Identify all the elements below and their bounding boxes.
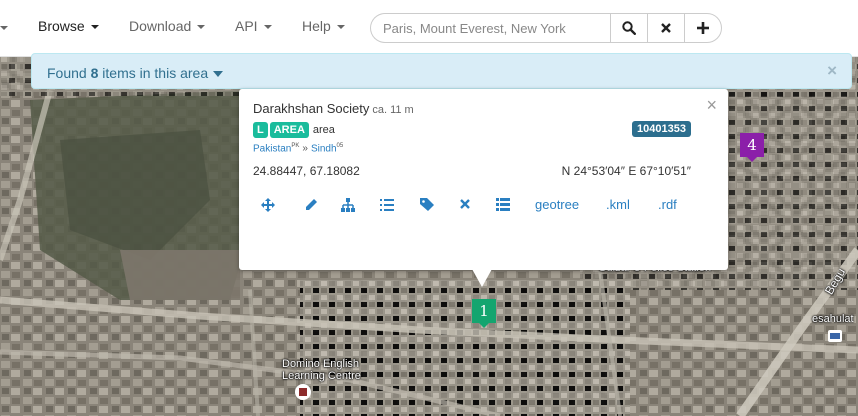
edit-button[interactable] <box>304 198 318 212</box>
nav-help-label: Help <box>302 18 331 34</box>
popup-close-button[interactable]: × <box>706 95 717 116</box>
search-icon <box>622 21 637 36</box>
table-button[interactable] <box>496 198 510 211</box>
map-label-esahulat: esahulat <box>812 313 854 325</box>
place-title-row: Darakhshan Society ca. 11 m <box>253 101 414 116</box>
nav-download-label: Download <box>129 18 192 34</box>
badge-area: AREA <box>269 122 309 138</box>
search-input[interactable] <box>370 13 634 43</box>
list-button[interactable] <box>380 198 394 212</box>
badge-l: L <box>253 122 268 138</box>
top-navbar: Browse Download API Help <box>0 0 858 57</box>
popup-pointer <box>472 269 492 287</box>
chevron-down-icon <box>90 25 99 30</box>
alert-close-button[interactable]: × <box>827 61 837 81</box>
tags-icon <box>420 198 434 211</box>
breadcrumb-separator: » <box>302 143 308 155</box>
search-button[interactable] <box>610 13 648 43</box>
chevron-down-icon <box>336 25 345 30</box>
map-label-domino: Domino English Learning Centre <box>282 358 361 382</box>
rdf-link[interactable]: .rdf <box>658 197 677 212</box>
sitemap-icon <box>341 198 355 212</box>
clear-search-button[interactable] <box>647 13 685 43</box>
found-items-toggle[interactable]: Found 8 items in this area <box>47 65 224 81</box>
chevron-down-icon <box>263 25 272 30</box>
found-suffix: items in this area <box>102 65 209 81</box>
nav-api-label: API <box>235 18 258 34</box>
country-code: PK <box>291 143 300 149</box>
kml-link[interactable]: .kml <box>606 197 630 212</box>
close-icon <box>661 23 671 33</box>
place-size: ca. 11 m <box>372 104 414 116</box>
chevron-down-icon <box>197 25 206 30</box>
place-popup: × Darakhshan Society ca. 11 m L AREA area 1… <box>239 89 728 270</box>
search-bar <box>370 13 722 43</box>
add-button[interactable] <box>684 13 722 43</box>
ordered-list-icon <box>380 199 394 211</box>
table-list-icon <box>496 198 510 211</box>
nav-browse[interactable]: Browse <box>38 18 99 34</box>
move-button[interactable] <box>261 198 275 212</box>
delete-button[interactable] <box>460 199 470 209</box>
plus-icon <box>697 22 709 34</box>
marker-label: 4 <box>747 136 757 154</box>
place-icon[interactable] <box>295 384 311 400</box>
region-code: 05 <box>336 143 344 149</box>
place-type: area <box>312 124 335 136</box>
bank-icon[interactable] <box>828 330 842 342</box>
place-badges: L AREA area <box>253 121 335 138</box>
tags-button[interactable] <box>420 198 436 212</box>
map-marker-4[interactable]: 4 <box>740 133 764 162</box>
nav-api[interactable]: API <box>235 18 272 34</box>
nav-download[interactable]: Download <box>129 18 206 34</box>
move-arrows-icon <box>261 198 275 212</box>
nav-partial-caret[interactable] <box>0 19 8 35</box>
breadcrumb-region[interactable]: Sindh <box>311 143 337 154</box>
close-icon <box>460 199 470 209</box>
geotree-link[interactable]: geotree <box>535 197 579 212</box>
found-prefix: Found <box>47 65 87 81</box>
coords-dms: N 24°53′04″ E 67°10′51″ <box>561 164 691 178</box>
map-marker-1[interactable]: 1 <box>472 299 496 328</box>
nav-browse-label: Browse <box>38 18 85 34</box>
found-count: 8 <box>90 65 99 81</box>
nav-help[interactable]: Help <box>302 18 345 34</box>
found-items-alert: Found 8 items in this area × <box>31 53 852 89</box>
breadcrumb-country[interactable]: Pakistan <box>253 143 291 154</box>
hierarchy-button[interactable] <box>341 198 355 212</box>
marker-label: 1 <box>479 302 489 320</box>
place-title: Darakhshan Society <box>253 101 370 116</box>
caret-down-icon <box>213 71 224 78</box>
place-id-badge[interactable]: 10401353 <box>632 121 691 137</box>
place-breadcrumb: PakistanPK» Sindh05 <box>253 143 343 154</box>
pencil-icon <box>306 199 317 210</box>
coords-decimal: 24.88447, 67.18082 <box>253 164 360 178</box>
